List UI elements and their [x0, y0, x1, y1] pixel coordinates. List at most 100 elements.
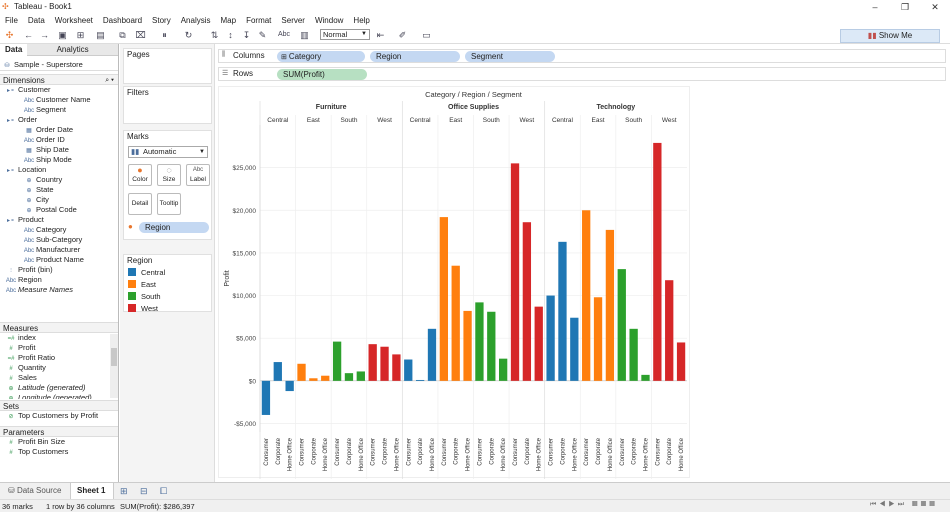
- bar-furniture-west-home-office[interactable]: [392, 354, 401, 381]
- dimension-item[interactable]: Abc Measure Names: [0, 285, 118, 295]
- bar-furniture-south-home-office[interactable]: [356, 371, 365, 381]
- new-story-icon[interactable]: ⧠: [160, 486, 167, 497]
- show-me-button[interactable]: ▮▮ Show Me: [840, 29, 940, 43]
- columns-pill-segment[interactable]: Segment: [465, 51, 555, 62]
- bar-technology-west-corporate[interactable]: [665, 280, 674, 381]
- sort-descending-icon[interactable]: ↧: [240, 29, 253, 41]
- menu-worksheet[interactable]: Worksheet: [50, 14, 98, 25]
- pen-tool-icon[interactable]: ✐: [396, 29, 409, 41]
- dimension-item[interactable]: ⊕ City: [0, 195, 118, 205]
- tableau-home-icon[interactable]: ✣: [3, 29, 16, 41]
- bar-technology-central-consumer[interactable]: [546, 295, 555, 381]
- bar-furniture-east-consumer[interactable]: [297, 363, 306, 381]
- menu-server[interactable]: Server: [276, 14, 310, 25]
- measure-item[interactable]: =# index: [0, 333, 110, 343]
- size-button[interactable]: ◌ Size: [157, 164, 181, 186]
- dimension-item[interactable]: ⊕ Postal Code: [0, 205, 118, 215]
- bar-office-supplies-south-home-office[interactable]: [499, 358, 508, 381]
- bar-technology-west-consumer[interactable]: [653, 142, 662, 381]
- legend-item[interactable]: East: [124, 279, 211, 291]
- bar-furniture-east-corporate[interactable]: [309, 378, 318, 381]
- dimension-item[interactable]: ▸⚬ Order: [0, 115, 118, 125]
- minimize-icon[interactable]: –: [860, 0, 890, 14]
- dimension-item[interactable]: ▸⚬ Product: [0, 215, 118, 225]
- bar-furniture-west-corporate[interactable]: [380, 346, 389, 381]
- bar-furniture-central-corporate[interactable]: [273, 362, 282, 381]
- sheet-navigation-icon[interactable]: ⏮◀▶⏭ ▦▦▦: [870, 501, 938, 509]
- parameters-item[interactable]: # Profit Bin Size: [0, 437, 118, 447]
- dimension-item[interactable]: ⊕ State: [0, 185, 118, 195]
- datasource-tab[interactable]: ⛁ Data Source: [2, 483, 70, 499]
- highlight-icon[interactable]: ✎: [256, 29, 269, 41]
- dimension-item[interactable]: Abc Sub-Category: [0, 235, 118, 245]
- menu-analysis[interactable]: Analysis: [176, 14, 216, 25]
- mark-type-select[interactable]: ▮▮ Automatic ▼: [128, 146, 208, 158]
- bar-technology-south-corporate[interactable]: [629, 328, 638, 381]
- bar-furniture-central-home-office[interactable]: [285, 380, 294, 392]
- bar-office-supplies-west-home-office[interactable]: [534, 306, 543, 381]
- swap-rows-columns-icon[interactable]: ⇅: [208, 29, 221, 41]
- bar-office-supplies-west-corporate[interactable]: [522, 222, 532, 381]
- filters-card[interactable]: Filters: [123, 86, 212, 124]
- legend-item[interactable]: West: [124, 303, 211, 315]
- bar-office-supplies-central-home-office[interactable]: [427, 328, 437, 381]
- fix-axes-icon[interactable]: ▥: [298, 29, 311, 41]
- dimension-item[interactable]: ▸⚬ Location: [0, 165, 118, 175]
- legend-item[interactable]: South: [124, 291, 211, 303]
- dimension-item[interactable]: Abc Customer Name: [0, 95, 118, 105]
- close-icon[interactable]: ✕: [920, 0, 950, 14]
- bar-technology-east-corporate[interactable]: [593, 297, 603, 381]
- bar-office-supplies-west-consumer[interactable]: [510, 163, 520, 381]
- tab-analytics[interactable]: Analytics: [52, 44, 94, 56]
- rows-pill-profit[interactable]: SUM(Profit): [277, 69, 367, 80]
- show-labels-icon[interactable]: Abc: [276, 29, 292, 41]
- pause-updates-icon[interactable]: ⏸: [158, 29, 171, 41]
- bar-office-supplies-south-consumer[interactable]: [475, 302, 484, 381]
- columns-pill-region[interactable]: Region: [370, 51, 460, 62]
- dimension-item[interactable]: Abc Segment: [0, 105, 118, 115]
- dimension-item[interactable]: ⊕ Country: [0, 175, 118, 185]
- measure-item[interactable]: # Sales: [0, 373, 110, 383]
- dimension-item[interactable]: Abc Region: [0, 275, 118, 285]
- menu-data[interactable]: Data: [23, 14, 50, 25]
- new-worksheet-icon[interactable]: ⊞: [120, 486, 128, 497]
- detail-button[interactable]: Detail: [128, 193, 152, 215]
- dimension-item[interactable]: Abc Ship Mode: [0, 155, 118, 165]
- profit-bar-chart[interactable]: Category / Region / Segment Profit -$5,000…: [219, 87, 691, 492]
- fit-width-icon[interactable]: ⇤: [374, 29, 387, 41]
- menu-help[interactable]: Help: [348, 14, 374, 25]
- sets-item[interactable]: ⊘ Top Customers by Profit: [0, 411, 118, 421]
- measure-item[interactable]: ⊕ Longitude (generated): [0, 393, 110, 399]
- datasource-item[interactable]: ⛁ Sample - Superstore: [0, 59, 118, 71]
- bar-furniture-central-consumer[interactable]: [261, 380, 271, 415]
- bar-technology-south-home-office[interactable]: [641, 374, 650, 381]
- bar-technology-west-home-office[interactable]: [676, 342, 686, 381]
- bar-technology-east-home-office[interactable]: [605, 229, 615, 381]
- undo-icon[interactable]: ←: [22, 29, 35, 41]
- measure-item[interactable]: ⊕ Latitude (generated): [0, 383, 110, 393]
- dimension-item[interactable]: ▸⚬ Customer: [0, 85, 118, 95]
- bar-furniture-south-consumer[interactable]: [332, 341, 342, 381]
- bar-furniture-west-consumer[interactable]: [368, 344, 377, 381]
- measure-item[interactable]: =# Profit Ratio: [0, 353, 110, 363]
- menu-window[interactable]: Window: [310, 14, 348, 25]
- bar-office-supplies-east-home-office[interactable]: [463, 310, 472, 381]
- viz-canvas[interactable]: Category / Region / Segment Profit -$5,000…: [218, 86, 691, 492]
- color-region-pill[interactable]: Region: [139, 222, 209, 233]
- bar-furniture-south-corporate[interactable]: [344, 373, 354, 381]
- fit-select[interactable]: Normal ▼: [320, 29, 370, 40]
- menu-story[interactable]: Story: [147, 14, 176, 25]
- bar-office-supplies-east-consumer[interactable]: [439, 217, 448, 381]
- sort-ascending-icon[interactable]: ↕: [224, 29, 237, 41]
- menu-map[interactable]: Map: [216, 14, 242, 25]
- presentation-mode-icon[interactable]: ▭: [420, 29, 433, 41]
- measure-item[interactable]: # Quantity: [0, 363, 110, 373]
- new-worksheet-icon[interactable]: ▤: [94, 29, 107, 41]
- clear-sheet-icon[interactable]: ⌧: [134, 29, 147, 41]
- dimension-item[interactable]: ⫶ Profit (bin): [0, 265, 118, 275]
- dimension-item[interactable]: Abc Order ID: [0, 135, 118, 145]
- tab-data[interactable]: Data: [0, 44, 28, 56]
- dimension-item[interactable]: Abc Product Name: [0, 255, 118, 265]
- bar-office-supplies-east-corporate[interactable]: [451, 265, 460, 381]
- refresh-icon[interactable]: ↻: [182, 29, 195, 41]
